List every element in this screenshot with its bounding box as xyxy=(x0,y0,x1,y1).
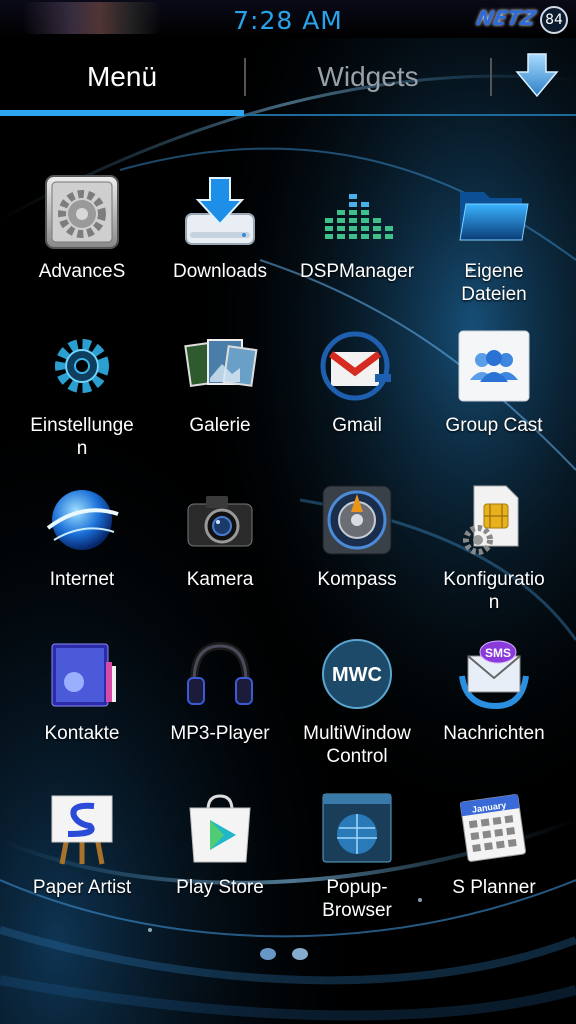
app-label: Kompass xyxy=(317,569,397,590)
app-label: S Planner xyxy=(452,877,536,898)
tab-selected-indicator xyxy=(0,110,244,116)
popup-browser-icon xyxy=(322,793,392,863)
app-downloads[interactable]: Downloads xyxy=(151,174,289,283)
camera-icon xyxy=(187,496,253,547)
app-label: Kontakte xyxy=(44,723,120,744)
folder-icon xyxy=(459,192,529,241)
app-label: Internet xyxy=(49,569,115,590)
app-multiwindow-control[interactable]: MWC MultiWindow Control xyxy=(288,636,426,768)
app-mp3-player[interactable]: MP3-Player xyxy=(151,636,289,745)
sms-envelope-icon: SMS xyxy=(459,640,529,710)
mwc-badge-text: MWC xyxy=(332,664,382,686)
netz-logo: NETZ xyxy=(474,6,539,30)
app-play-store[interactable]: Play Store xyxy=(151,790,289,899)
battery-indicator: 84 xyxy=(540,6,568,34)
gear-settings-icon xyxy=(45,175,119,249)
contacts-book-icon xyxy=(51,643,116,707)
app-kamera[interactable]: Kamera xyxy=(151,482,289,591)
page-indicator xyxy=(260,948,308,960)
app-label: Paper Artist xyxy=(32,877,132,898)
tab-menu[interactable]: Menü xyxy=(0,40,244,114)
tab-widgets[interactable]: Widgets xyxy=(246,40,490,114)
drawer-tabs: Menü Widgets xyxy=(0,40,576,118)
app-s-planner[interactable]: January S Planner xyxy=(425,790,563,899)
globe-icon xyxy=(46,490,119,550)
app-label: MP3-Player xyxy=(170,723,270,744)
gear-icon xyxy=(55,339,109,393)
app-label: Einstellunge n xyxy=(30,415,134,459)
sim-config-icon xyxy=(463,485,519,555)
app-kompass[interactable]: Kompass xyxy=(288,482,426,591)
app-kontakte[interactable]: Kontakte xyxy=(13,636,151,745)
app-dspmanager[interactable]: DSPManager xyxy=(288,174,426,283)
app-label: DSPManager xyxy=(299,261,415,282)
app-label: AdvanceS xyxy=(38,261,126,282)
app-label: Downloads xyxy=(173,261,267,282)
app-label: Gmail xyxy=(332,415,382,436)
photo-gallery-icon xyxy=(184,339,258,388)
app-label: Play Store xyxy=(176,877,264,898)
sms-badge-text: SMS xyxy=(485,646,511,660)
app-advances[interactable]: AdvanceS xyxy=(13,174,151,283)
app-gmail[interactable]: Gmail xyxy=(288,328,426,437)
tab-baseline xyxy=(244,114,576,116)
download-apps-button[interactable] xyxy=(498,40,576,112)
app-internet[interactable]: Internet xyxy=(13,482,151,591)
download-drive-icon xyxy=(185,177,255,245)
gmail-icon xyxy=(320,331,391,401)
play-store-bag-icon xyxy=(189,794,251,863)
app-label: Konfiguratio n xyxy=(443,569,545,613)
headphones-icon xyxy=(187,641,253,705)
page-dot-active[interactable] xyxy=(260,948,276,960)
page-dot[interactable] xyxy=(292,948,308,960)
equalizer-icon xyxy=(325,194,393,239)
compass-icon xyxy=(322,485,392,555)
mwc-icon: MWC xyxy=(322,639,392,709)
group-icon xyxy=(458,330,530,402)
status-bar: 7:28 AM NETZ 84 xyxy=(0,0,576,38)
app-group-cast[interactable]: Group Cast xyxy=(425,328,563,437)
tab-divider xyxy=(490,58,492,96)
app-konfiguration[interactable]: Konfiguratio n xyxy=(425,482,563,614)
app-galerie[interactable]: Galerie xyxy=(151,328,289,437)
calendar-icon: January xyxy=(459,794,527,862)
app-nachrichten[interactable]: SMS Nachrichten xyxy=(425,636,563,745)
app-label: Popup- Browser xyxy=(322,877,392,921)
app-popup-browser[interactable]: Popup- Browser xyxy=(288,790,426,922)
app-label: Nachrichten xyxy=(443,723,545,744)
easel-icon xyxy=(51,795,113,865)
app-label: Kamera xyxy=(186,569,254,590)
app-label: Group Cast xyxy=(445,415,543,436)
download-arrow-icon xyxy=(515,53,559,98)
app-paper-artist[interactable]: Paper Artist xyxy=(13,790,151,899)
app-eigene-dateien[interactable]: Eigene Dateien xyxy=(425,174,563,306)
app-einstellungen[interactable]: Einstellunge n xyxy=(13,328,151,460)
app-label: MultiWindow Control xyxy=(303,723,411,767)
app-label: Eigene Dateien xyxy=(461,261,527,305)
app-label: Galerie xyxy=(189,415,251,436)
